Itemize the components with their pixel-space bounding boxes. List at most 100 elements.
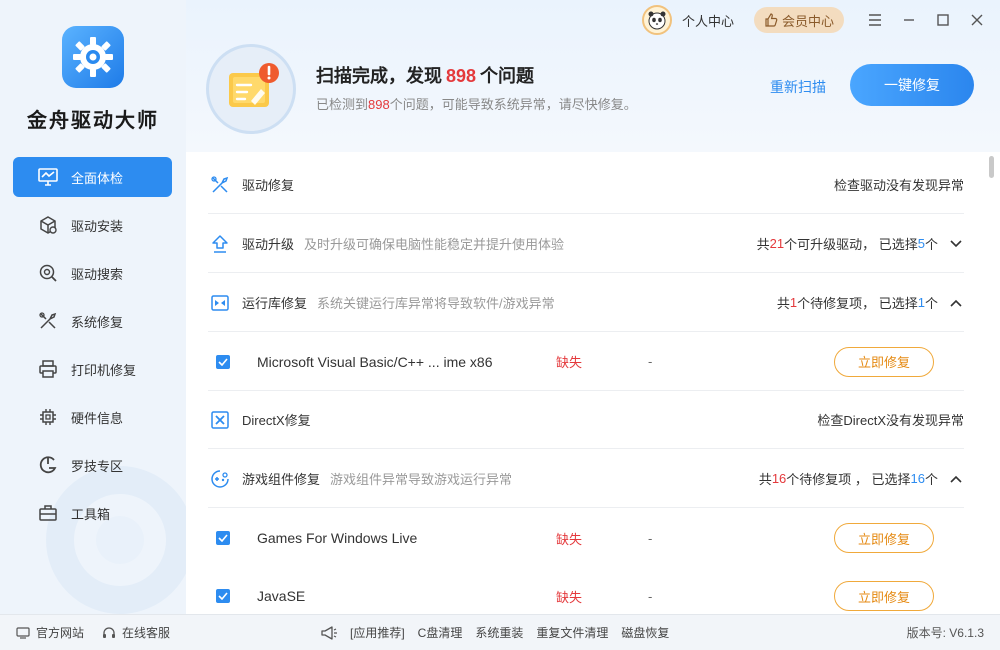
sidebar-item-logitech[interactable]: 罗技专区 bbox=[13, 445, 172, 485]
chevron-down-icon[interactable] bbox=[948, 236, 964, 252]
item-name: JavaSE bbox=[257, 588, 306, 604]
section-status: 检查驱动没有发现异常 bbox=[833, 178, 964, 193]
scan-title-suffix: 个问题 bbox=[480, 66, 535, 86]
sidebar-item-hardware-info[interactable]: 硬件信息 bbox=[13, 397, 172, 437]
directx-icon bbox=[208, 408, 232, 432]
total-count: 16 bbox=[771, 471, 787, 486]
item-checkbox[interactable] bbox=[216, 589, 230, 603]
fix-all-button[interactable]: 一键修复 bbox=[850, 64, 974, 106]
summary-text: 个 bbox=[924, 472, 938, 487]
user-center-link[interactable]: 个人中心 bbox=[682, 11, 734, 30]
online-support-label: 在线客服 bbox=[122, 626, 171, 640]
vip-center-button[interactable]: 会员中心 bbox=[753, 7, 844, 33]
official-website-label: 官方网站 bbox=[36, 626, 85, 640]
upgrade-arrow-icon bbox=[208, 232, 232, 256]
summary-text: 共 bbox=[776, 296, 790, 311]
section-description: 游戏组件异常导致游戏运行异常 bbox=[330, 472, 513, 487]
sidebar-item-full-check[interactable]: 全面体检 bbox=[13, 157, 172, 197]
duplicate-file-clean-link[interactable]: 重复文件清理 bbox=[536, 624, 608, 641]
total-count: 1 bbox=[789, 295, 798, 310]
scan-subtitle: 已检测到898个问题，可能导致系统异常，请尽快修复。 bbox=[316, 94, 637, 113]
scrollbar-thumb[interactable] bbox=[989, 156, 994, 178]
chevron-up-icon[interactable] bbox=[948, 471, 964, 487]
sidebar-item-label: 打印机修复 bbox=[71, 362, 137, 378]
system-reinstall-link[interactable]: 系统重装 bbox=[475, 624, 523, 641]
toolbox-icon bbox=[37, 502, 59, 524]
sidebar-item-driver-search[interactable]: 驱动搜索 bbox=[13, 253, 172, 293]
c-drive-clean-link[interactable]: C盘清理 bbox=[418, 624, 463, 641]
section-driver-repair: 驱动修复 检查驱动没有发现异常 bbox=[208, 156, 964, 214]
sidebar: 金舟驱动大师 全面体检 驱动安装 驱动搜索 系统修复 打印机修复 硬件信息 罗技… bbox=[0, 0, 186, 614]
item-checkbox[interactable] bbox=[216, 354, 230, 369]
avatar[interactable] bbox=[641, 5, 672, 35]
sidebar-item-label: 驱动搜索 bbox=[71, 266, 124, 282]
footer-recommend: [应用推荐] C盘清理 系统重装 重复文件清理 磁盘恢复 bbox=[320, 624, 682, 641]
section-driver-upgrade[interactable]: 驱动升级 及时升级可确保电脑性能稳定并提升使用体验 共 21 个可升级驱动， 已选择… bbox=[208, 215, 964, 273]
section-name: 游戏组件修复 bbox=[242, 472, 321, 487]
search-gear-icon bbox=[37, 262, 59, 284]
sidebar-item-driver-install[interactable]: 驱动安装 bbox=[13, 205, 172, 245]
sidebar-item-label: 工具箱 bbox=[71, 506, 111, 522]
section-game-components[interactable]: 游戏组件修复 游戏组件异常导致游戏运行异常 共 16 个待修复项 ， 已选择 16 个 bbox=[208, 450, 964, 508]
item-version: - bbox=[648, 588, 653, 604]
title-bar: 个人中心 会员中心 bbox=[641, 0, 1000, 40]
section-summary: 共 16 个待修复项 ， 已选择 16 个 bbox=[759, 469, 964, 488]
summary-text: 个可升级驱动， 已选择 bbox=[784, 237, 918, 252]
close-icon[interactable] bbox=[966, 9, 988, 31]
vip-center-label: 会员中心 bbox=[781, 13, 834, 29]
scan-sub-suffix: 个问题，可能导致系统异常，请尽快修复。 bbox=[389, 97, 637, 112]
sidebar-item-printer-repair[interactable]: 打印机修复 bbox=[13, 349, 172, 389]
item-name: Microsoft Visual Basic/C++ ... ime x86 bbox=[257, 353, 493, 370]
app-title: 金舟驱动大师 bbox=[27, 110, 159, 132]
chevron-up-icon[interactable] bbox=[948, 295, 964, 311]
selected-count: 1 bbox=[917, 295, 925, 310]
sidebar-item-label: 硬件信息 bbox=[71, 410, 124, 426]
gamepad-icon bbox=[208, 467, 232, 491]
gear-logo-icon bbox=[73, 37, 113, 77]
document-alert-icon bbox=[229, 63, 279, 107]
scan-sub-prefix: 已检测到 bbox=[316, 97, 369, 112]
minimize-icon[interactable] bbox=[898, 9, 920, 31]
sidebar-item-label: 系统修复 bbox=[71, 314, 124, 330]
sidebar-item-label: 罗技专区 bbox=[71, 458, 124, 474]
section-runtime-repair[interactable]: 运行库修复 系统关键运行库异常将导致软件/游戏异常 共 1 个待修复项， 已选择 1 个 bbox=[208, 274, 964, 332]
scan-result-icon bbox=[206, 44, 296, 134]
section-name: 驱动升级 bbox=[242, 237, 295, 252]
monitor-icon bbox=[37, 166, 59, 188]
megaphone-icon bbox=[321, 625, 337, 640]
app-recommend-label: [应用推荐] bbox=[350, 626, 405, 640]
printer-icon bbox=[37, 358, 59, 380]
app-logo bbox=[62, 26, 124, 88]
maximize-icon[interactable] bbox=[932, 9, 954, 31]
chip-icon bbox=[37, 406, 59, 428]
sidebar-item-system-repair[interactable]: 系统修复 bbox=[13, 301, 172, 341]
scan-results-list: 驱动修复 检查驱动没有发现异常 驱动升级 及时升级可确保电脑性能稳定并提升使用体… bbox=[186, 152, 1000, 614]
menu-icon[interactable] bbox=[864, 9, 886, 31]
wrench-screwdriver-icon bbox=[208, 173, 232, 197]
disk-recovery-link[interactable]: 磁盘恢复 bbox=[621, 624, 669, 641]
summary-text: 共 bbox=[758, 472, 772, 487]
list-item: Microsoft Visual Basic/C++ ... ime x86 缺… bbox=[208, 333, 964, 391]
fix-now-button[interactable]: 立即修复 bbox=[834, 523, 934, 553]
list-item: Games For Windows Live 缺失 - 立即修复 bbox=[208, 509, 964, 567]
sidebar-item-toolbox[interactable]: 工具箱 bbox=[13, 493, 172, 533]
official-website-link[interactable]: 官方网站 bbox=[16, 624, 84, 641]
fix-now-button[interactable]: 立即修复 bbox=[834, 581, 934, 611]
online-support-link[interactable]: 在线客服 bbox=[102, 624, 170, 641]
monitor-small-icon bbox=[16, 626, 30, 639]
summary-text: 个待修复项 ， 已选择 bbox=[786, 472, 911, 487]
summary-text: 共 bbox=[756, 237, 770, 252]
item-checkbox[interactable] bbox=[216, 531, 230, 545]
item-status: 缺失 bbox=[556, 355, 583, 370]
tools-icon bbox=[37, 310, 59, 332]
scan-sub-count: 898 bbox=[368, 97, 390, 112]
selected-count: 5 bbox=[917, 236, 925, 251]
section-description: 及时升级可确保电脑性能稳定并提升使用体验 bbox=[304, 237, 565, 252]
sidebar-nav: 全面体检 驱动安装 驱动搜索 系统修复 打印机修复 硬件信息 罗技专区 工具箱 bbox=[13, 157, 172, 541]
summary-text: 个 bbox=[924, 237, 938, 252]
rescan-link[interactable]: 重新扫描 bbox=[770, 77, 826, 97]
headset-icon bbox=[103, 626, 116, 638]
section-summary: 共 1 个待修复项， 已选择 1 个 bbox=[777, 293, 964, 312]
fix-now-button[interactable]: 立即修复 bbox=[834, 346, 934, 377]
item-status: 缺失 bbox=[556, 589, 583, 605]
